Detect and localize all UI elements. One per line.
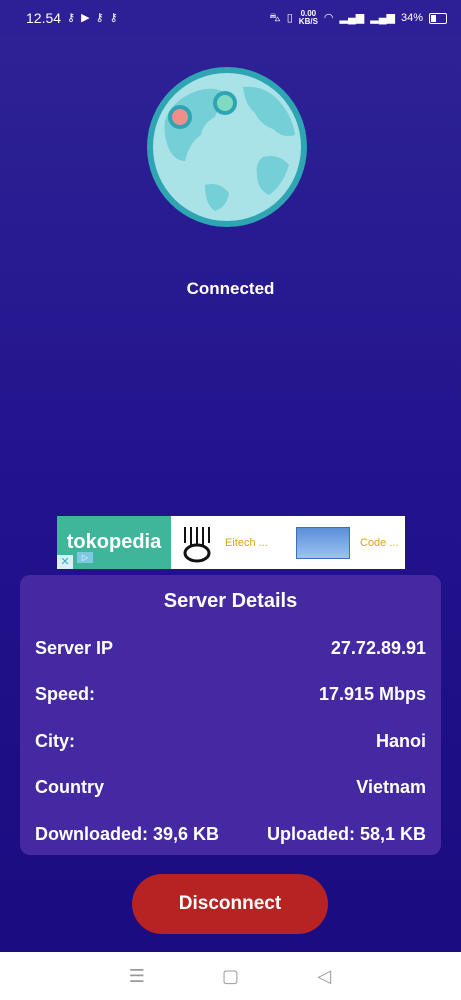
uploaded-value: Uploaded: 58,1 KB [266,823,426,844]
key-icon: ⚷ [95,11,104,24]
detail-value: 27.72.89.91 [330,637,426,658]
ad-banner[interactable]: tokopedia ✕ ▷ Eitech ... Code ... [57,516,405,569]
detail-row-city: City: Hanoi [35,718,426,765]
navigation-bar: ☰ ▢ ◁ [0,952,461,1000]
downloaded-value: Downloaded: 39,6 KB [35,823,220,844]
cable-icon [183,526,211,562]
detail-value: Hanoi [375,730,426,751]
signal-icon: ▂▄▆ [370,11,395,24]
ad-item[interactable]: Eitech ... [171,516,288,569]
back-icon[interactable]: ◁ [312,966,336,987]
battery-icon [429,12,447,24]
ad-item-label: Eitech ... [225,536,268,549]
ad-item-label: Code ... [360,536,399,549]
net-speed: 0.00 KB/S [298,9,318,26]
detail-row-traffic: Downloaded: 39,6 KB Uploaded: 58,1 KB [35,811,426,858]
ad-brand-logo[interactable]: tokopedia ✕ ▷ [57,516,171,569]
ad-choices-icon[interactable]: ▷ [77,552,93,563]
detail-row-speed: Speed: 17.915 Mbps [35,672,426,719]
vibrate-icon: ▯ [286,11,293,24]
youtube-icon: ▶ [81,11,90,24]
detail-row-country: Country Vietnam [35,765,426,812]
detail-label: Country [35,777,104,798]
detail-row-server-ip: Server IP 27.72.89.91 [35,625,426,672]
detail-label: Server IP [35,637,114,658]
clock: 12.54 [26,10,62,26]
connection-status: Connected [186,279,275,298]
key-icon: ⚷ [67,11,76,24]
ad-item[interactable]: Code ... [288,516,405,569]
globe-icon [147,67,307,227]
detail-value: 17.915 Mbps [318,684,426,705]
keyboard-icon [296,526,350,559]
status-bar-left: 12.54 ⚷ ▶ ⚷ ⚷ [26,10,118,26]
wifi-icon: ◠ [323,11,334,24]
server-details-title: Server Details [163,590,298,612]
status-bar-right: ⛍ ▯ 0.00 KB/S ◠ ▂▄▆ ▂▄▆ 34% [269,10,447,26]
detail-label: Speed: [35,684,96,705]
close-icon[interactable]: ✕ [57,555,73,569]
signal-icon: ▂▄▆ [339,11,365,24]
server-details-card: Server Details Server IP 27.72.89.91 Spe… [20,575,441,855]
detail-value: Vietnam [356,777,426,798]
car-icon: ⛍ [269,11,281,24]
home-icon[interactable]: ▢ [218,966,242,987]
menu-icon[interactable]: ☰ [125,966,149,987]
detail-label: City: [35,730,75,751]
status-bar: 12.54 ⚷ ▶ ⚷ ⚷ ⛍ ▯ 0.00 KB/S ◠ ▂▄▆ ▂▄▆ 34… [0,0,461,36]
disconnect-button[interactable]: Disconnect [132,874,328,934]
battery-percent: 34% [400,12,423,24]
key-icon: ⚷ [109,11,118,24]
